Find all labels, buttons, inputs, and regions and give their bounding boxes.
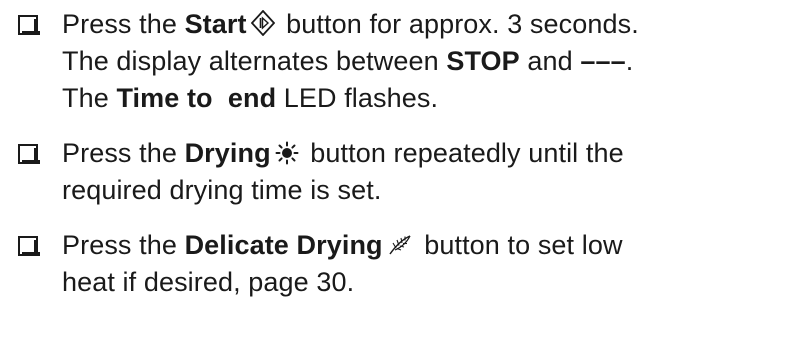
step-text: Press the Start button for approx. 3 sec…: [62, 6, 639, 117]
dashes-label: –––: [580, 46, 626, 76]
list-item-delicate-drying: Press the Delicate Drying button to set …: [18, 227, 798, 301]
step-line: The Time to end LED flashes.: [62, 83, 439, 113]
feather-delicate-icon: [387, 233, 413, 257]
list-item-drying: Press the Drying button repeatedly until…: [18, 135, 798, 209]
step-line: required drying time is set.: [62, 175, 382, 205]
start-pause-diamond-icon: [250, 10, 275, 36]
sun-drying-icon: [275, 141, 299, 165]
step-line: Press the Delicate Drying button to set …: [62, 230, 623, 260]
list-item-start: Press the Start button for approx. 3 sec…: [18, 6, 798, 117]
step-line: The display alternates between STOP and …: [62, 46, 634, 76]
stop-label: STOP: [446, 46, 520, 76]
time-to-end-label: Time to end: [116, 83, 277, 113]
drying-label: Drying: [184, 138, 271, 168]
step-text: Press the Drying button repeatedly until…: [62, 135, 624, 209]
delicate-drying-label: Delicate Drying: [184, 230, 383, 260]
checkbox-bullet-icon: [18, 236, 40, 256]
instruction-list: Press the Start button for approx. 3 sec…: [18, 6, 798, 319]
checkbox-bullet-icon: [18, 15, 40, 35]
step-text: Press the Delicate Drying button to set …: [62, 227, 623, 301]
step-line: Press the Drying button repeatedly until…: [62, 138, 624, 168]
checkbox-bullet-icon: [18, 144, 40, 164]
step-line: heat if desired, page 30.: [62, 267, 355, 297]
step-line: Press the Start button for approx. 3 sec…: [62, 9, 639, 39]
start-label: Start: [184, 9, 247, 39]
